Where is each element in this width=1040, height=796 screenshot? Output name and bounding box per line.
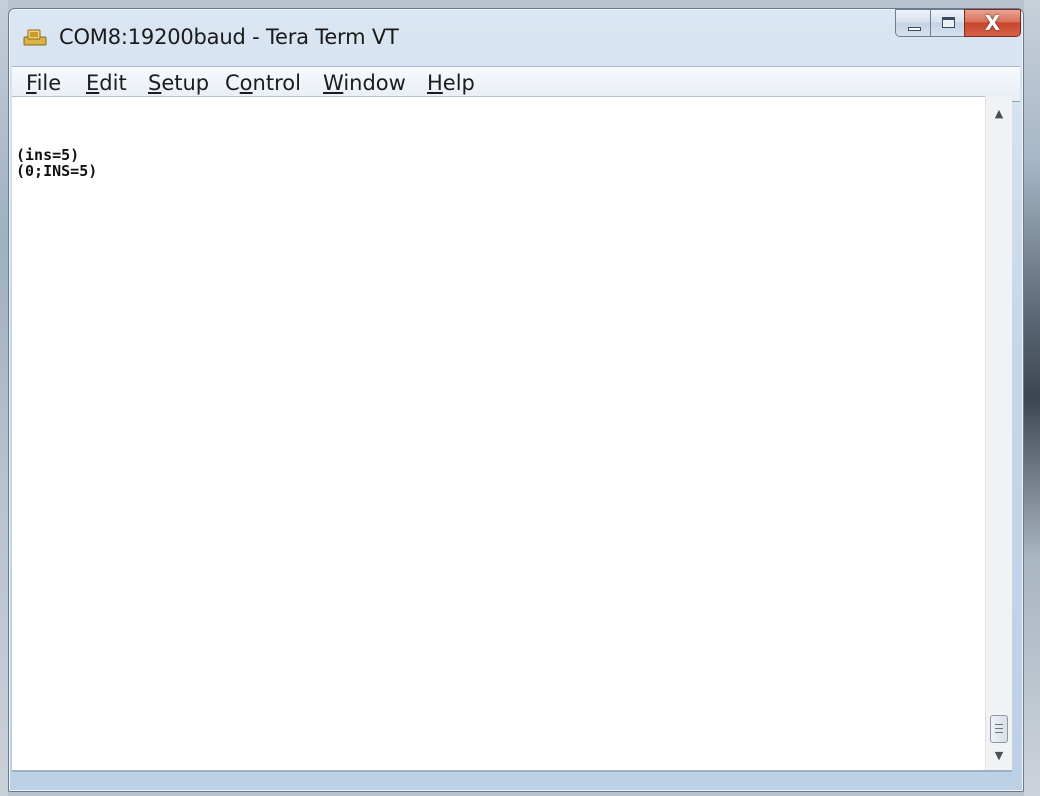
close-icon: X (984, 11, 1001, 35)
desktop-right-edge (1024, 0, 1040, 796)
menu-help[interactable]: Help (425, 71, 477, 95)
menu-file[interactable]: File (24, 71, 63, 95)
desktop-left-edge (0, 0, 8, 796)
scroll-down-icon[interactable]: ▼ (986, 744, 1012, 768)
tera-term-app-icon[interactable] (23, 28, 47, 46)
terminal-line: (ins=5) (16, 146, 80, 164)
window-bottom-border (12, 770, 1012, 772)
menu-control[interactable]: Control (223, 71, 303, 95)
maximize-button[interactable] (930, 9, 965, 37)
close-button[interactable]: X (964, 9, 1021, 37)
menu-setup[interactable]: Setup (146, 71, 211, 95)
menu-window[interactable]: Window (321, 71, 408, 95)
minimize-icon (908, 27, 921, 31)
terminal-screen[interactable]: (ins=5) (0;INS=5) (12, 96, 985, 771)
vertical-scrollbar[interactable]: ▲ ▼ (985, 96, 1012, 770)
scroll-up-icon[interactable]: ▲ (986, 102, 1012, 126)
minimize-button[interactable] (895, 9, 931, 37)
grip-line (995, 732, 1003, 733)
title-bar[interactable]: COM8:19200baud - Tera Term VT X (9, 9, 1023, 65)
scrollbar-thumb[interactable] (990, 715, 1008, 743)
maximize-icon (942, 17, 955, 28)
grip-line (995, 724, 1003, 725)
window-title: COM8:19200baud - Tera Term VT (59, 25, 399, 49)
terminal-output: (ins=5) (0;INS=5) (16, 147, 97, 179)
menu-edit[interactable]: Edit (84, 71, 129, 95)
grip-line (995, 728, 1003, 729)
terminal-line: (0;INS=5) (16, 162, 98, 180)
